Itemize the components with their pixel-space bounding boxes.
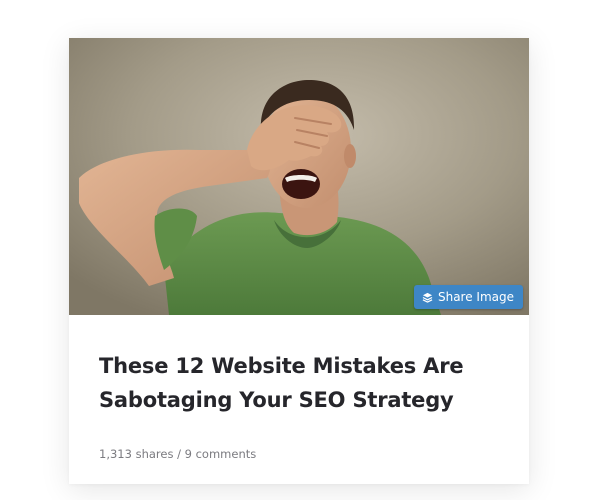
comment-count[interactable]: 9 comments bbox=[185, 447, 257, 461]
card-body: These 12 Website Mistakes Are Sabotaging… bbox=[69, 315, 529, 461]
article-card[interactable]: Share Image These 12 Website Mistakes Ar… bbox=[69, 38, 529, 484]
share-image-label: Share Image bbox=[437, 290, 514, 304]
page: Share Image These 12 Website Mistakes Ar… bbox=[0, 0, 595, 500]
article-image[interactable]: Share Image bbox=[69, 38, 529, 315]
meta-separator: / bbox=[173, 447, 185, 461]
layers-icon bbox=[422, 292, 433, 303]
article-title[interactable]: These 12 Website Mistakes Are Sabotaging… bbox=[99, 349, 499, 417]
article-meta: 1,313 shares / 9 comments bbox=[99, 447, 499, 461]
share-count: 1,313 shares bbox=[99, 447, 174, 461]
share-image-button[interactable]: Share Image bbox=[413, 285, 523, 309]
man-facepalm-illustration bbox=[69, 38, 529, 315]
